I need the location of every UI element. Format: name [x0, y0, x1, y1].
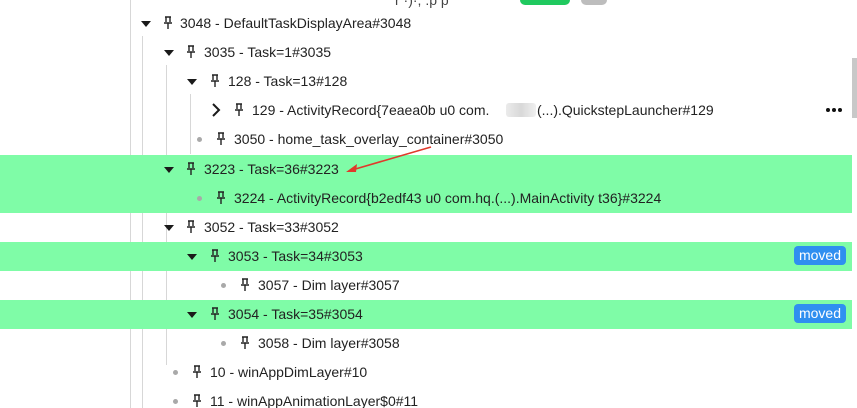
node-label: 129 - ActivityRecord{7eaea0b u0 com. — [252, 102, 490, 118]
pin-icon[interactable] — [163, 16, 173, 30]
pin-icon[interactable] — [216, 132, 226, 146]
tree-node-3052[interactable]: 3052 - Task=33#3052 — [0, 213, 852, 242]
dot-icon — [173, 399, 178, 404]
node-label: 3058 - Dim layer#3058 — [258, 335, 400, 351]
caret-down-icon[interactable] — [141, 21, 151, 27]
caret-down-icon[interactable] — [187, 79, 197, 85]
tree-node-3224[interactable]: 3224 - ActivityRecord{b2edf43 u0 com.hq.… — [0, 184, 852, 213]
node-label: 3054 - Task=35#3054 — [228, 306, 363, 322]
status-chip-top-secondary[interactable] — [581, 0, 607, 5]
pin-icon[interactable] — [216, 191, 226, 205]
status-chip-top[interactable] — [520, 0, 570, 5]
tree-node-3054[interactable]: 3054 - Task=35#3054 moved — [0, 300, 852, 329]
node-label: 3223 - Task=36#3223 — [204, 161, 339, 177]
node-label: 3052 - Task=33#3052 — [204, 219, 339, 235]
pin-icon[interactable] — [186, 162, 196, 176]
dot-icon — [197, 137, 202, 142]
pin-icon[interactable] — [240, 278, 250, 292]
dot-icon — [173, 370, 178, 375]
dot-icon — [221, 341, 226, 346]
top-partial-text: r ·)·, .p p — [395, 0, 449, 8]
tree-node-3048[interactable]: 3048 - DefaultTaskDisplayArea#3048 — [0, 9, 852, 38]
pin-icon[interactable] — [186, 45, 196, 59]
tree-node-3223[interactable]: 3223 - Task=36#3223 — [0, 155, 852, 184]
caret-down-icon[interactable] — [164, 225, 174, 231]
status-badge: moved — [793, 304, 846, 323]
more-options-icon[interactable] — [826, 108, 842, 112]
pin-icon[interactable] — [192, 365, 202, 379]
pin-icon[interactable] — [210, 74, 220, 88]
node-label: 11 - winAppAnimationLayer$0#11 — [210, 393, 419, 408]
node-label-tail: (...).QuickstepLauncher#129 — [537, 102, 714, 118]
pin-icon[interactable] — [192, 394, 202, 408]
pin-icon[interactable] — [210, 249, 220, 263]
tree-node-3035[interactable]: 3035 - Task=1#3035 — [0, 38, 852, 67]
pin-icon[interactable] — [234, 103, 244, 117]
pin-icon[interactable] — [186, 220, 196, 234]
caret-down-icon[interactable] — [164, 50, 174, 56]
node-label: 3035 - Task=1#3035 — [204, 44, 332, 60]
node-label: 3048 - DefaultTaskDisplayArea#3048 — [180, 15, 412, 31]
status-badge: moved — [793, 246, 846, 265]
tree-node-3050[interactable]: 3050 - home_task_overlay_container#3050 — [0, 125, 852, 154]
tree-node-128[interactable]: 128 - Task=13#128 — [0, 67, 852, 96]
hierarchy-tree: r ·)·, .p p 3048 - DefaultTaskDisplayAre… — [0, 0, 857, 408]
tree-node-3053[interactable]: 3053 - Task=34#3053 moved — [0, 242, 852, 271]
tree-node-129[interactable]: 129 - ActivityRecord{7eaea0b u0 com. (..… — [0, 96, 852, 125]
caret-down-icon[interactable] — [164, 167, 174, 173]
scrollbar-thumb[interactable] — [852, 58, 857, 118]
tree-node-11[interactable]: 11 - winAppAnimationLayer$0#11 — [0, 387, 852, 408]
node-label: 3057 - Dim layer#3057 — [258, 277, 400, 293]
chevron-right-icon[interactable] — [211, 103, 221, 117]
node-label: 3050 - home_task_overlay_container#3050 — [234, 131, 504, 147]
dot-icon — [197, 196, 202, 201]
pin-icon[interactable] — [210, 307, 220, 321]
tree-node-3057[interactable]: 3057 - Dim layer#3057 — [0, 271, 852, 300]
caret-down-icon[interactable] — [187, 254, 197, 260]
redacted-region — [506, 103, 536, 117]
tree-node-3058[interactable]: 3058 - Dim layer#3058 — [0, 329, 852, 358]
node-label: 3224 - ActivityRecord{b2edf43 u0 com.hq.… — [234, 190, 662, 206]
dot-icon — [221, 283, 226, 288]
node-label: 3053 - Task=34#3053 — [228, 248, 363, 264]
tree-node-10[interactable]: 10 - winAppDimLayer#10 — [0, 358, 852, 387]
caret-down-icon[interactable] — [187, 312, 197, 318]
node-label: 128 - Task=13#128 — [228, 73, 348, 89]
pin-icon[interactable] — [240, 336, 250, 350]
node-label: 10 - winAppDimLayer#10 — [210, 364, 368, 380]
